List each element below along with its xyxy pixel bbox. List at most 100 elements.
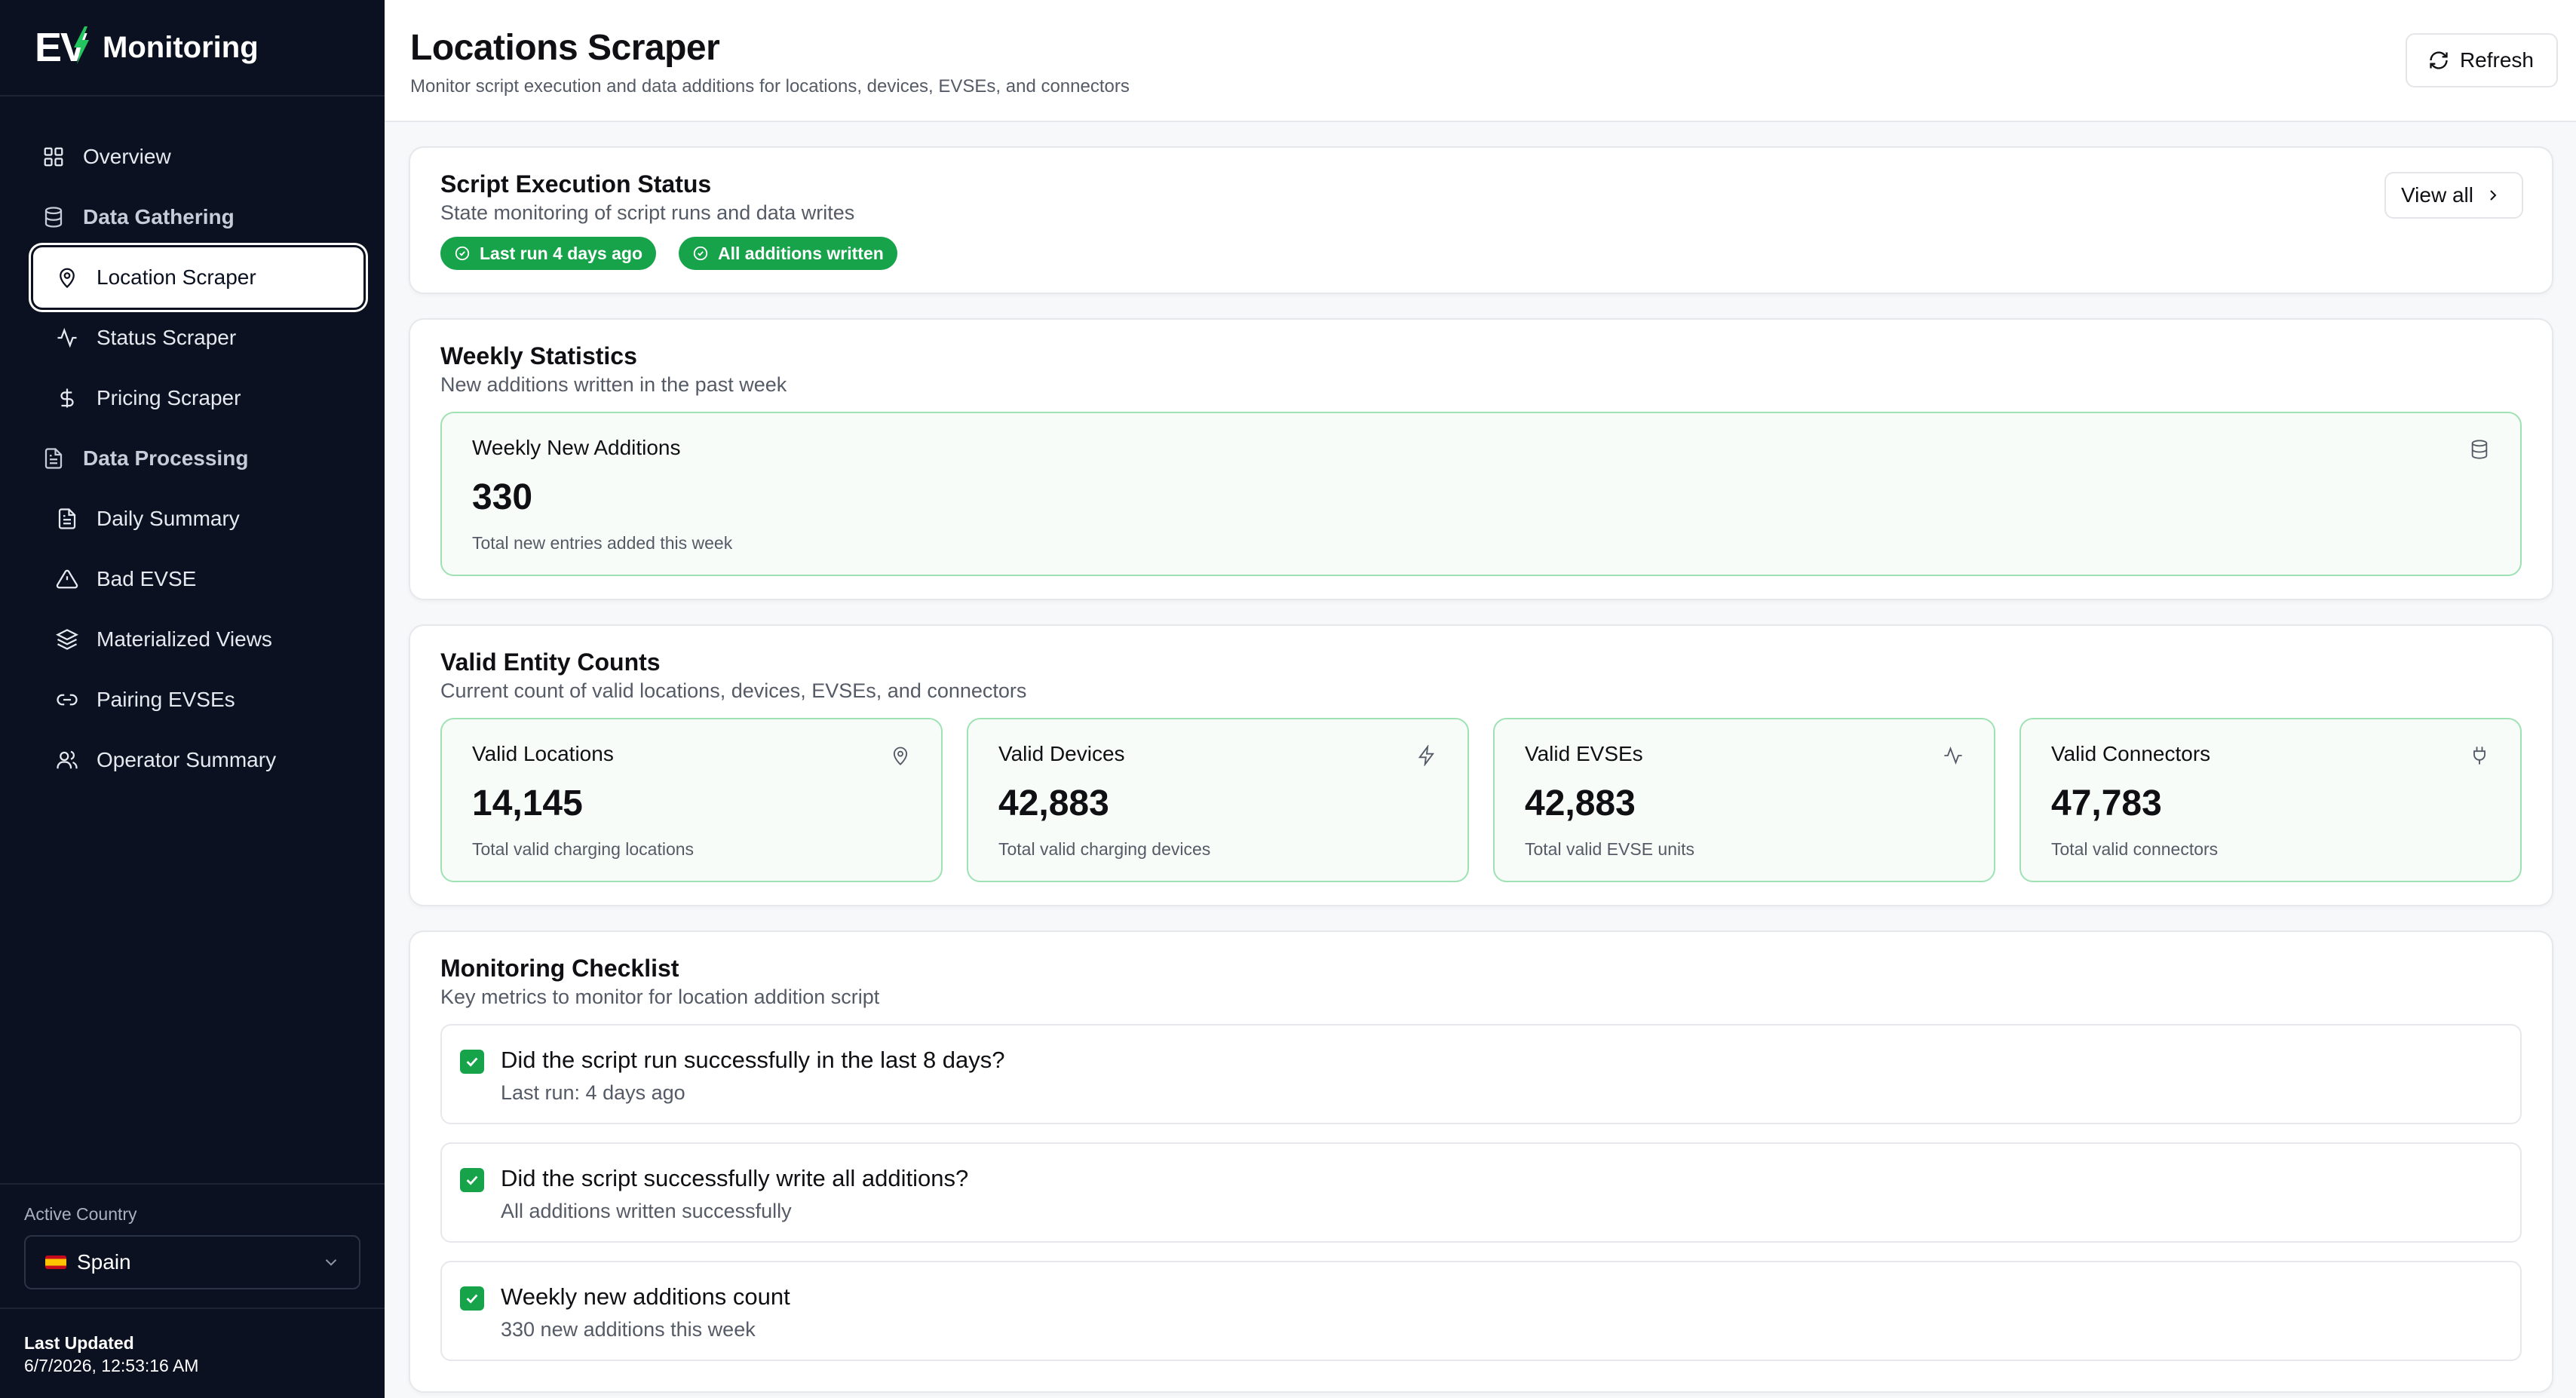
brand-name: Monitoring [103, 30, 259, 64]
page-title: Locations Scraper [410, 28, 720, 68]
last-updated-value: 6/7/2026, 12:53:16 AM [24, 1356, 199, 1375]
sidebar-item-location-scraper[interactable]: Location Scraper [33, 247, 363, 308]
checkbox-checked-icon[interactable] [460, 1050, 484, 1074]
country-label: Active Country [24, 1204, 137, 1224]
sidebar-item-label: Location Scraper [97, 265, 256, 289]
card-title: Script Execution Status [440, 170, 712, 198]
check-circle-icon [454, 245, 471, 262]
valid-connectors-stat: Valid Connectors 47,783 Total valid conn… [2019, 718, 2522, 882]
stat-title: Valid Connectors [2051, 742, 2211, 765]
stat-description: Total valid EVSE units [1525, 839, 1695, 859]
sidebar-item-label: Bad EVSE [97, 567, 197, 590]
country-selector-block: Active Country Spain [0, 1183, 385, 1308]
card-title: Weekly Statistics [440, 342, 637, 369]
checklist-answer: Last run: 4 days ago [501, 1081, 685, 1104]
sidebar-item-label: Overview [83, 145, 171, 168]
checklist-item: Weekly new additions count 330 new addit… [440, 1261, 2522, 1361]
checkbox-checked-icon[interactable] [460, 1286, 484, 1311]
ev-logo: EV [35, 24, 90, 71]
file-text-icon [56, 507, 78, 530]
sidebar-item-pricing-scraper[interactable]: Pricing Scraper [0, 368, 385, 428]
activity-icon [1943, 745, 1964, 766]
checklist-question: Did the script run successfully in the l… [501, 1047, 1005, 1073]
activity-icon [56, 327, 78, 349]
chevron-right-icon [2484, 186, 2502, 204]
sidebar-item-bad-evse[interactable]: Bad EVSE [0, 549, 385, 609]
checkbox-checked-icon[interactable] [460, 1168, 484, 1192]
sidebar-item-label: Materialized Views [97, 627, 272, 651]
sidebar-item-daily-summary[interactable]: Daily Summary [0, 489, 385, 549]
checklist-item: Did the script successfully write all ad… [440, 1142, 2522, 1243]
refresh-label: Refresh [2459, 48, 2534, 72]
stat-value: 42,883 [1525, 783, 1636, 823]
stat-description: Total valid charging devices [998, 839, 1211, 859]
link-icon [56, 688, 78, 711]
checklist-item: Did the script run successfully in the l… [440, 1024, 2522, 1124]
last-updated-block: Last Updated 6/7/2026, 12:53:16 AM [0, 1308, 385, 1398]
stat-value: 47,783 [2051, 783, 2162, 823]
sidebar-item-label: Daily Summary [97, 507, 240, 530]
stat-title: Valid EVSEs [1525, 742, 1643, 765]
page-subtitle: Monitor script execution and data additi… [410, 76, 1130, 97]
country-value: Spain [77, 1250, 131, 1274]
refresh-button[interactable]: Refresh [2405, 33, 2558, 87]
stat-value: 42,883 [998, 783, 1109, 823]
weekly-statistics-card: Weekly Statistics New additions written … [409, 318, 2553, 600]
main-content: Locations Scraper Monitor script executi… [385, 0, 2576, 1398]
additions-badge: All additions written [679, 237, 897, 270]
card-subtitle: Current count of valid locations, device… [440, 679, 1027, 702]
stat-description: Total valid connectors [2051, 839, 2219, 859]
checklist-question: Did the script successfully write all ad… [501, 1165, 969, 1191]
map-pin-icon [56, 266, 78, 289]
sidebar-item-status-scraper[interactable]: Status Scraper [0, 308, 385, 368]
page-header: Locations Scraper Monitor script executi… [385, 0, 2576, 122]
sidebar-item-pairing-evses[interactable]: Pairing EVSEs [0, 670, 385, 730]
card-subtitle: New additions written in the past week [440, 373, 787, 396]
status-badges: Last run 4 days ago All additions writte… [440, 237, 897, 270]
sidebar-item-overview[interactable]: Overview [0, 127, 385, 187]
stat-value: 330 [472, 477, 533, 517]
map-pin-icon [890, 745, 911, 766]
alert-triangle-icon [56, 568, 78, 590]
monitoring-checklist-card: Monitoring Checklist Key metrics to moni… [409, 930, 2553, 1393]
sidebar: EV Monitoring Overview Data Gathering Lo… [0, 0, 385, 1398]
grid-icon [42, 146, 65, 168]
badge-label: All additions written [718, 243, 884, 263]
view-all-button[interactable]: View all [2384, 172, 2523, 219]
checklist-answer: 330 new additions this week [501, 1318, 756, 1341]
brand[interactable]: EV Monitoring [0, 0, 385, 97]
checklist-question: Weekly new additions count [501, 1283, 790, 1310]
stat-title: Valid Locations [472, 742, 614, 765]
weekly-additions-stat: Weekly New Additions 330 Total new entri… [440, 412, 2522, 576]
valid-devices-stat: Valid Devices 42,883 Total valid chargin… [967, 718, 1469, 882]
spain-flag-icon [45, 1255, 66, 1269]
lightning-icon [1416, 745, 1437, 766]
users-icon [56, 749, 78, 771]
plug-icon [2469, 745, 2490, 766]
valid-evses-stat: Valid EVSEs 42,883 Total valid EVSE unit… [1493, 718, 1995, 882]
bolt-logo-icon [74, 26, 90, 64]
sidebar-section-data-processing[interactable]: Data Processing [0, 428, 385, 489]
country-select[interactable]: Spain [24, 1235, 360, 1289]
card-title: Valid Entity Counts [440, 648, 661, 676]
sidebar-section-data-gathering[interactable]: Data Gathering [0, 187, 385, 247]
stat-description: Total new entries added this week [472, 533, 733, 553]
stat-description: Total valid charging locations [472, 839, 695, 859]
sidebar-item-materialized-views[interactable]: Materialized Views [0, 609, 385, 670]
sidebar-section-label: Data Processing [83, 446, 249, 470]
sidebar-item-operator-summary[interactable]: Operator Summary [0, 730, 385, 790]
sidebar-item-label: Pairing EVSEs [97, 688, 235, 711]
stat-title: Weekly New Additions [472, 436, 681, 459]
checklist: Did the script run successfully in the l… [440, 1024, 2522, 1361]
sidebar-item-label: Pricing Scraper [97, 386, 241, 409]
file-text-icon [42, 447, 65, 470]
layers-icon [56, 628, 78, 651]
chevron-down-icon [321, 1252, 341, 1272]
last-run-badge: Last run 4 days ago [440, 237, 657, 270]
card-subtitle: Key metrics to monitor for location addi… [440, 986, 880, 1008]
checklist-answer: All additions written successfully [501, 1200, 792, 1222]
stat-value: 14,145 [472, 783, 583, 823]
last-updated-label: Last Updated [24, 1333, 134, 1353]
entity-counts-card: Valid Entity Counts Current count of val… [409, 624, 2553, 906]
content-area: Script Execution Status State monitoring… [385, 122, 2576, 1393]
